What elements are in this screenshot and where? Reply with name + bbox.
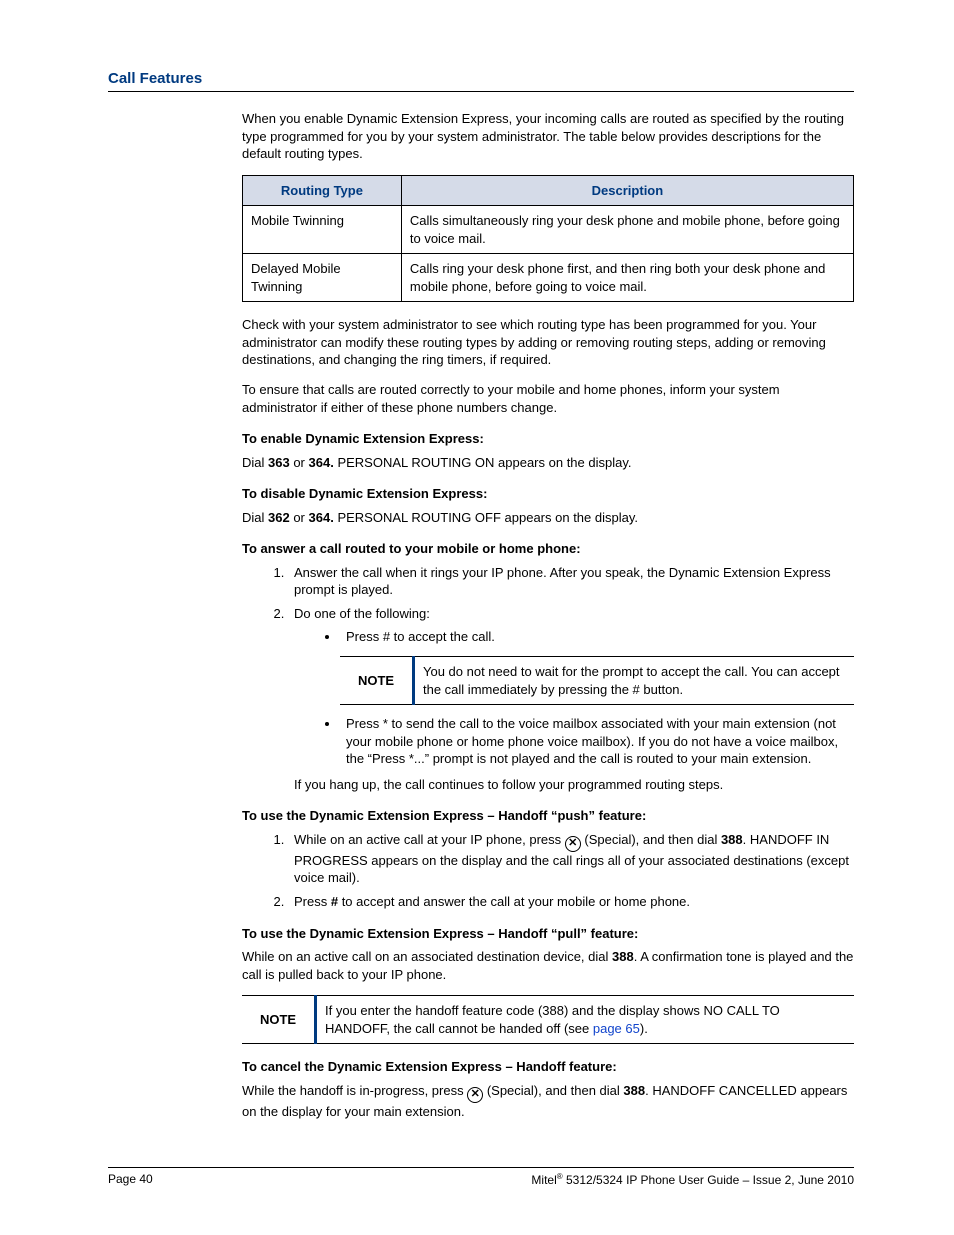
page-number: Page 40 xyxy=(108,1172,153,1187)
list-item: Press # to accept and answer the call at… xyxy=(288,893,854,911)
col-header-description: Description xyxy=(401,175,853,206)
hangup-note: If you hang up, the call continues to fo… xyxy=(294,776,854,794)
list-item: While on an active call at your IP phone… xyxy=(288,831,854,887)
section-heading: Call Features xyxy=(108,70,854,87)
list-item: Press # to accept the call. xyxy=(340,628,854,646)
heading-push: To use the Dynamic Extension Express – H… xyxy=(242,807,854,825)
heading-cancel: To cancel the Dynamic Extension Express … xyxy=(242,1058,854,1076)
disable-instruction: Dial 362 or 364. PERSONAL ROUTING OFF ap… xyxy=(242,509,854,527)
heading-disable: To disable Dynamic Extension Express: xyxy=(242,485,854,503)
pull-instruction: While on an active call on an associated… xyxy=(242,948,854,983)
paragraph-check: Check with your system administrator to … xyxy=(242,316,854,369)
special-key-icon: ✕ xyxy=(467,1087,483,1103)
cell-description: Calls simultaneously ring your desk phon… xyxy=(401,206,853,254)
cell-description: Calls ring your desk phone first, and th… xyxy=(401,254,853,302)
note-text: You do not need to wait for the prompt t… xyxy=(414,657,855,705)
cancel-instruction: While the handoff is in-progress, press … xyxy=(242,1082,854,1121)
footer-rule xyxy=(108,1167,854,1168)
paragraph-ensure: To ensure that calls are routed correctl… xyxy=(242,381,854,416)
heading-answer: To answer a call routed to your mobile o… xyxy=(242,540,854,558)
main-content: When you enable Dynamic Extension Expres… xyxy=(242,110,854,1120)
list-item: Do one of the following: Press # to acce… xyxy=(288,605,854,793)
note-box: NOTE If you enter the handoff feature co… xyxy=(242,995,854,1044)
routing-type-table: Routing Type Description Mobile Twinning… xyxy=(242,175,854,303)
note-text: If you enter the handoff feature code (3… xyxy=(316,996,855,1044)
push-steps: While on an active call at your IP phone… xyxy=(242,831,854,911)
header-rule xyxy=(108,91,854,92)
special-key-icon: ✕ xyxy=(565,836,581,852)
footer-doc-info: Mitel® 5312/5324 IP Phone User Guide – I… xyxy=(531,1172,854,1187)
heading-enable: To enable Dynamic Extension Express: xyxy=(242,430,854,448)
note-label: NOTE xyxy=(242,996,316,1044)
enable-instruction: Dial 363 or 364. PERSONAL ROUTING ON app… xyxy=(242,454,854,472)
table-row: Delayed Mobile Twinning Calls ring your … xyxy=(243,254,854,302)
list-item: Press * to send the call to the voice ma… xyxy=(340,715,854,768)
table-row: Mobile Twinning Calls simultaneously rin… xyxy=(243,206,854,254)
col-header-routing-type: Routing Type xyxy=(243,175,402,206)
note-label: NOTE xyxy=(340,657,414,705)
list-item: Answer the call when it rings your IP ph… xyxy=(288,564,854,599)
cell-routing-type: Delayed Mobile Twinning xyxy=(243,254,402,302)
heading-pull: To use the Dynamic Extension Express – H… xyxy=(242,925,854,943)
answer-steps: Answer the call when it rings your IP ph… xyxy=(242,564,854,793)
cell-routing-type: Mobile Twinning xyxy=(243,206,402,254)
page-footer: Page 40 Mitel® 5312/5324 IP Phone User G… xyxy=(108,1167,854,1187)
intro-paragraph: When you enable Dynamic Extension Expres… xyxy=(242,110,854,163)
page-link[interactable]: page 65 xyxy=(593,1021,640,1036)
note-box: NOTE You do not need to wait for the pro… xyxy=(340,656,854,705)
